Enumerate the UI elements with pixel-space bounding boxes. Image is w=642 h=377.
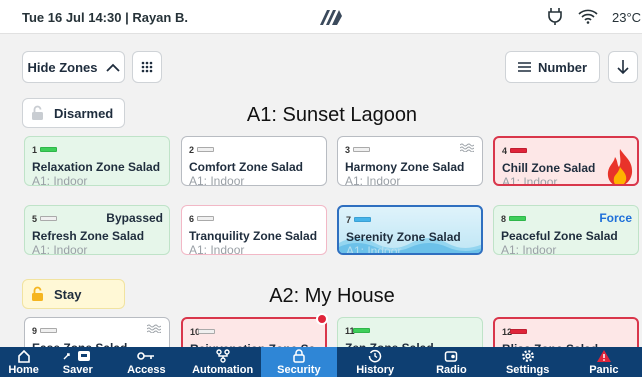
status-bar: Tue 16 Jul 14:30 | Rayan B. 23°C <box>0 0 642 34</box>
area-a2-title: A2: My House <box>269 285 395 307</box>
bypassed-tag: Bypassed <box>106 211 163 225</box>
nav-saver[interactable]: Saver <box>47 347 108 377</box>
hide-zones-button[interactable]: Hide Zones <box>22 51 125 83</box>
bottom-nav: Home Saver Access Automation Security Hi… <box>0 347 642 377</box>
grid-icon <box>141 61 153 73</box>
zone-card-4[interactable]: 4 Chill Zone Salad A1: Indoor <box>493 136 639 186</box>
force-tag: Force <box>599 211 632 225</box>
nav-history[interactable]: History <box>337 347 413 377</box>
warning-triangle-icon <box>596 350 611 362</box>
zone-card-3[interactable]: 3 Harmony Zone Salad A1: Indoor <box>337 136 483 186</box>
area-a2-state-badge[interactable]: Stay <box>22 279 125 309</box>
sort-label: Number <box>537 59 588 75</box>
brand-logo-icon <box>319 8 345 31</box>
grid-view-button[interactable] <box>132 51 162 83</box>
power-plug-icon <box>548 7 562 30</box>
gear-icon <box>521 350 534 362</box>
list-icon <box>517 62 531 72</box>
unlocked-padlock-icon <box>32 105 43 120</box>
arrow-down-icon <box>617 60 629 75</box>
nav-radio[interactable]: Radio <box>413 347 489 377</box>
zone-card-6[interactable]: 6 Tranquility Zone Salad A1: Indoor <box>181 205 327 255</box>
chevron-up-icon <box>105 63 120 72</box>
zone-card-5[interactable]: 5 Bypassed Refresh Zone Salad A1: Indoor <box>24 205 170 255</box>
nav-panic[interactable]: Panic <box>566 347 642 377</box>
nav-home[interactable]: Home <box>0 347 47 377</box>
history-icon <box>368 349 382 363</box>
vibration-icon <box>147 324 161 333</box>
area-a1-state: Disarmed <box>54 105 114 121</box>
home-icon <box>17 349 30 363</box>
radio-icon <box>445 351 458 362</box>
zone-card-1[interactable]: 1 Relaxation Zone Salad A1: Indoor <box>24 136 170 186</box>
datetime-user: Tue 16 Jul 14:30 | Rayan B. <box>22 10 188 25</box>
fire-icon <box>607 149 633 184</box>
area-a1-state-badge[interactable]: Disarmed <box>22 98 125 128</box>
sort-by-button[interactable]: Number <box>505 51 600 83</box>
hide-zones-label: Hide Zones <box>27 59 98 75</box>
area-a1-title: A1: Sunset Lagoon <box>246 104 418 126</box>
zone-card-7[interactable]: 7 Serenity Zone Salad A1: Indoor <box>337 205 483 255</box>
nav-access[interactable]: Access <box>108 347 184 377</box>
padlock-icon <box>293 349 305 363</box>
temperature: 23°C <box>612 10 642 25</box>
screen-saver-icon <box>63 351 90 361</box>
zone-card-2[interactable]: 2 Comfort Zone Salad A1: Indoor <box>181 136 327 186</box>
automation-nodes-icon <box>215 349 230 363</box>
vibration-icon <box>460 143 474 152</box>
nav-settings[interactable]: Settings <box>490 347 566 377</box>
sort-direction-button[interactable] <box>608 51 638 83</box>
unlocked-padlock-icon <box>32 286 43 301</box>
wifi-icon <box>578 9 598 29</box>
area-a2-state: Stay <box>54 286 82 302</box>
nav-security[interactable]: Security <box>260 347 338 377</box>
zone-card-8[interactable]: 8 Force Peaceful Zone Salad A1: Indoor <box>493 205 639 255</box>
nav-automation[interactable]: Automation <box>185 347 261 377</box>
alarm-dot-indicator <box>316 313 328 325</box>
key-icon <box>137 352 155 360</box>
